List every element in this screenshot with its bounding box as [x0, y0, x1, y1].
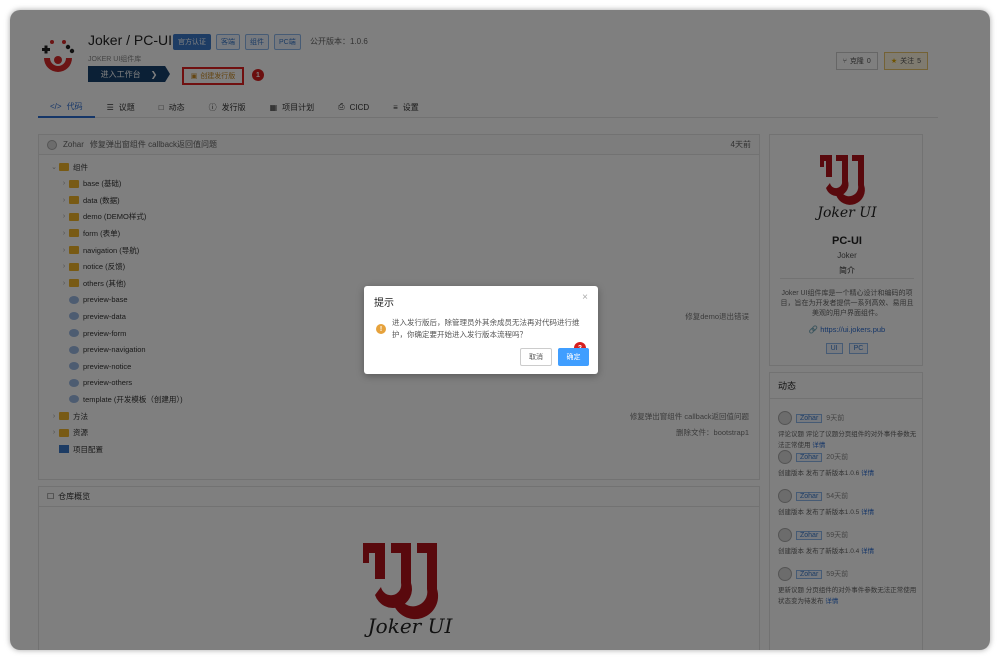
cancel-button[interactable]: 取消: [520, 348, 552, 366]
dialog-title: 提示: [374, 298, 394, 309]
confirm-button[interactable]: 确定: [558, 348, 589, 366]
dialog-message: 进入发行版后，除管理员外其余成员无法再对代码进行维护，你确定要开始进入发行版本流…: [392, 318, 580, 339]
app-window: Joker / PC-UI 官方认证 客端 组件 PC端 公开版本：1.0.6 …: [10, 10, 990, 650]
confirm-dialog: 提示 × ! 进入发行版后，除管理员外其余成员无法再对代码进行维护，你确定要开始…: [364, 286, 598, 374]
warning-icon: !: [376, 324, 386, 334]
close-icon[interactable]: ×: [582, 292, 588, 303]
